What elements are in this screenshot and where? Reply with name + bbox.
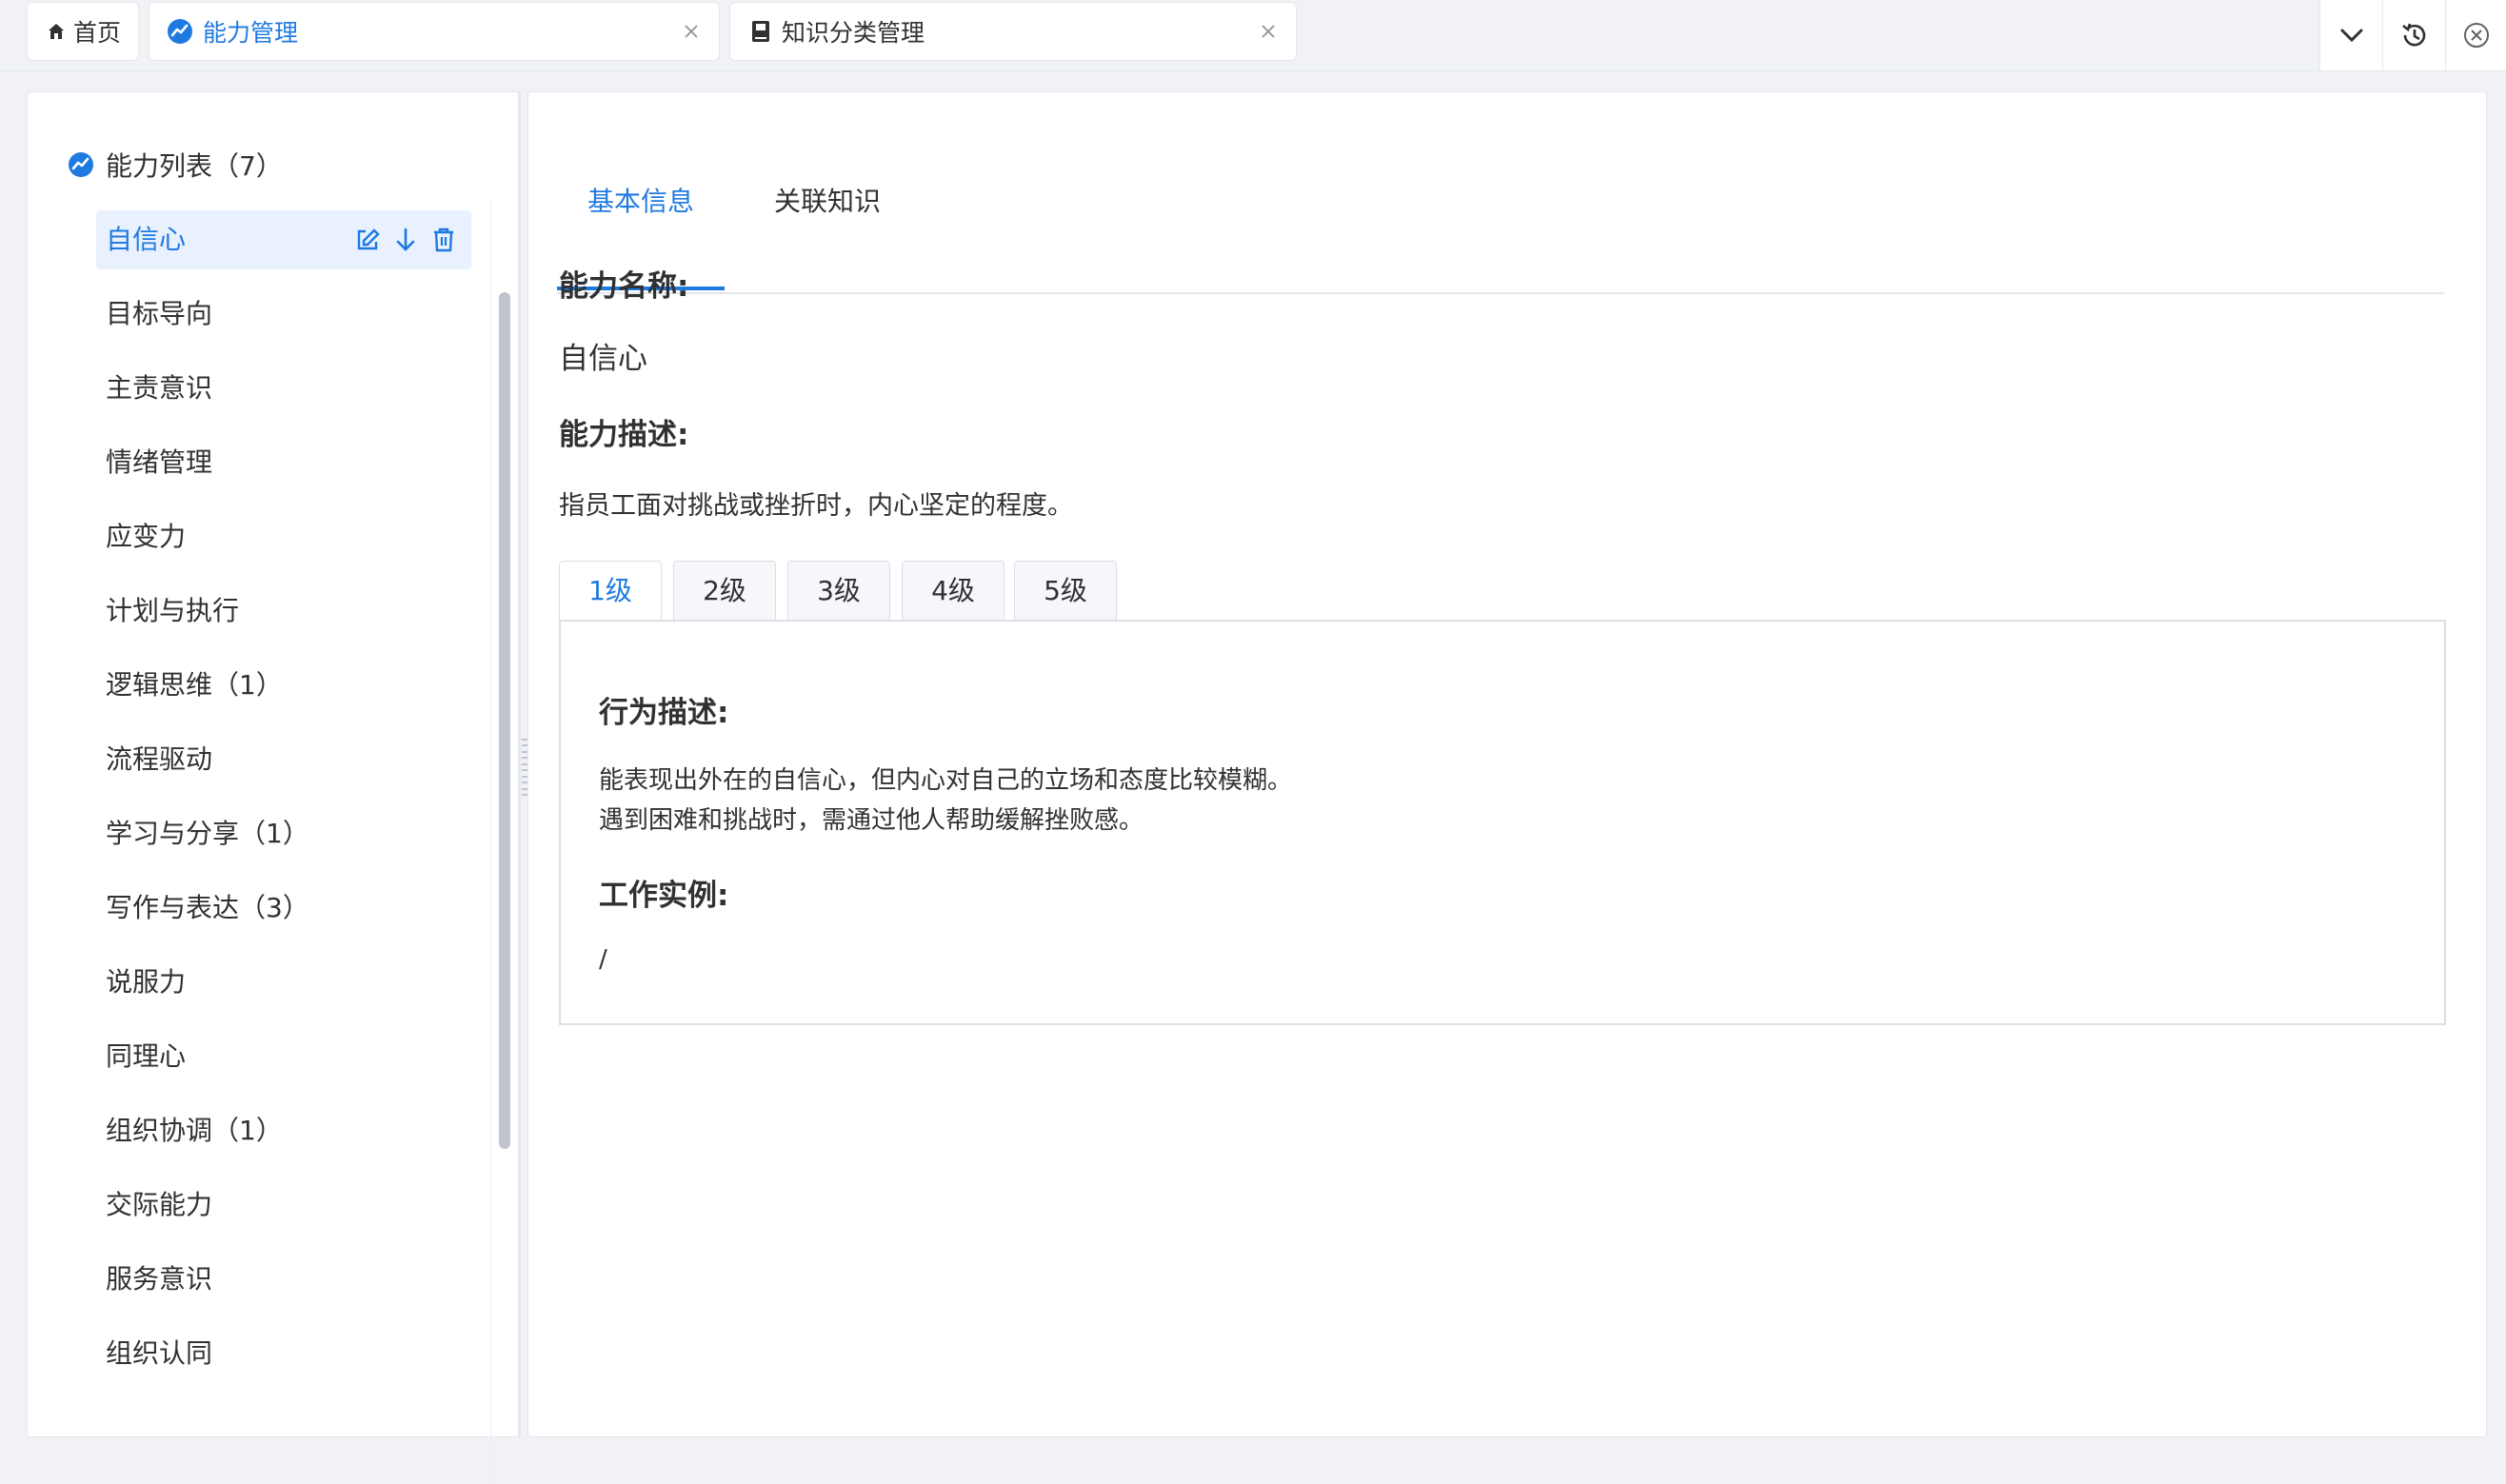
tab-level-4[interactable]: 4级 [902, 561, 1004, 622]
close-icon[interactable] [677, 17, 706, 46]
tab-bar: 首页 能力管理 知识分类管理 [0, 0, 2506, 71]
item-actions [353, 226, 458, 254]
ability-list-panel: 能力列表（7） 自信心 目标导向 主责意识 情绪管理 应变力 计划与执行 逻辑思… [27, 91, 520, 1484]
close-circle-icon[interactable] [2445, 0, 2506, 70]
tab-label: 首页 [73, 19, 122, 47]
history-icon[interactable] [2382, 0, 2446, 70]
ability-list-root[interactable]: 能力列表（7） [68, 146, 283, 184]
list-item-label: 自信心 [106, 224, 187, 255]
tab-ability-management[interactable]: 能力管理 [149, 2, 720, 61]
list-item[interactable]: 计划与执行 [96, 582, 471, 641]
tab-related-knowledge[interactable]: 关联知识 [742, 146, 913, 290]
ability-list-title: 能力列表（7） [106, 150, 283, 182]
tab-level-1[interactable]: 1级 [559, 561, 662, 623]
tab-knowledge-category[interactable]: 知识分类管理 [729, 2, 1297, 61]
list-item[interactable]: 组织认同 [96, 1324, 471, 1383]
ability-detail-panel: 基本信息 关联知识 能力名称: 自信心 能力描述: 指员工面对挑战或挫折时，内心… [527, 91, 2487, 1437]
behavior-line: 能表现出外在的自信心，但内心对自己的立场和态度比较模糊。 [599, 766, 1293, 795]
book-icon [749, 19, 772, 44]
list-item[interactable]: 组织协调（1） [96, 1101, 471, 1160]
ability-name-value: 自信心 [559, 342, 647, 376]
tab-label: 知识分类管理 [782, 19, 925, 47]
list-item[interactable]: 学习与分享（1） [96, 804, 471, 863]
behavior-label: 行为描述: [599, 696, 729, 730]
list-item[interactable]: 说服力 [96, 953, 471, 1012]
ability-name-label: 能力名称: [559, 269, 689, 304]
chart-circle-icon [68, 151, 94, 178]
tab-level-5[interactable]: 5级 [1014, 561, 1117, 622]
detail-tabs: 基本信息 关联知识 [557, 146, 2444, 294]
tab-level-2[interactable]: 2级 [673, 561, 776, 622]
chevron-down-icon[interactable] [2319, 0, 2383, 70]
list-item[interactable]: 目标导向 [96, 285, 471, 344]
tab-level-3[interactable]: 3级 [787, 561, 890, 622]
behavior-line: 遇到困难和挑战时，需通过他人帮助缓解挫败感。 [599, 806, 1144, 835]
close-icon[interactable] [1254, 17, 1283, 46]
tab-home[interactable]: 首页 [27, 2, 139, 61]
list-item[interactable]: 逻辑思维（1） [96, 656, 471, 715]
level-content: 行为描述: 能表现出外在的自信心，但内心对自己的立场和态度比较模糊。 遇到困难和… [559, 620, 2446, 1025]
list-item[interactable]: 流程驱动 [96, 730, 471, 789]
work-example-value: / [599, 945, 607, 974]
chart-circle-icon [167, 18, 193, 45]
ability-list: 自信心 目标导向 主责意识 情绪管理 应变力 计划与执行 逻辑思维（1） 流程驱… [96, 210, 471, 1398]
scrollbar-thumb[interactable] [499, 292, 510, 1149]
list-item[interactable]: 情绪管理 [96, 433, 471, 492]
ability-desc-label: 能力描述: [559, 418, 689, 452]
panel-divider [518, 91, 521, 1437]
work-example-label: 工作实例: [599, 879, 729, 913]
arrow-down-icon[interactable] [391, 226, 420, 254]
list-item[interactable]: 应变力 [96, 507, 471, 566]
list-item[interactable]: 主责意识 [96, 359, 471, 418]
list-item-selected[interactable]: 自信心 [96, 210, 471, 269]
tab-label: 能力管理 [203, 19, 299, 47]
list-item[interactable]: 交际能力 [96, 1176, 471, 1235]
ability-desc-value: 指员工面对挑战或挫折时，内心坚定的程度。 [559, 491, 1073, 521]
edit-icon[interactable] [353, 226, 382, 254]
list-item[interactable]: 写作与表达（3） [96, 879, 471, 938]
home-icon [47, 22, 66, 41]
list-item[interactable]: 服务意识 [96, 1250, 471, 1309]
list-item[interactable]: 同理心 [96, 1027, 471, 1086]
delete-icon[interactable] [429, 226, 458, 254]
scrollbar-track[interactable] [490, 199, 518, 1484]
